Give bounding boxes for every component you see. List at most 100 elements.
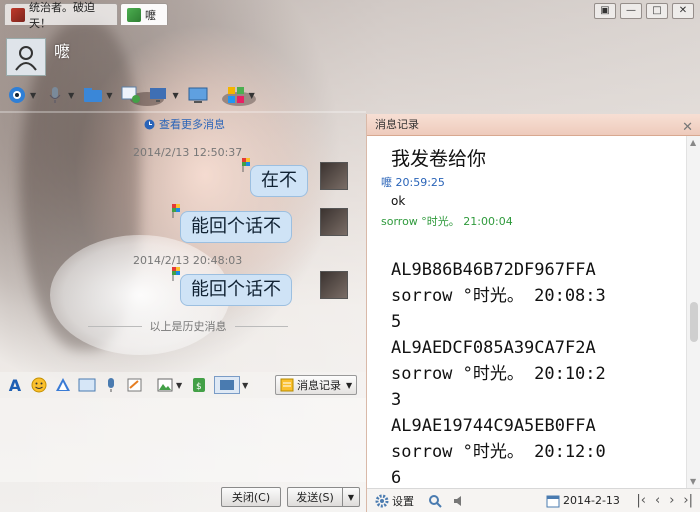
record-message: ok [391,194,406,208]
scroll-down-icon[interactable]: ▼ [690,477,696,486]
chat-bubble: 能回个话不 [180,211,292,243]
svg-text:$: $ [196,382,202,392]
tab-label: 嚒 [145,8,156,22]
gear-icon [375,494,389,507]
screenshot-icon[interactable] [214,376,241,394]
chevron-down-icon[interactable]: ▼ [68,91,74,100]
last-page-icon[interactable]: ›| [683,493,693,508]
record-log-line: 5 [391,312,402,332]
message-record-icon [280,378,294,392]
record-log-line: sorrow °时光。 20:10:2 [391,364,606,384]
search-button[interactable] [428,494,442,508]
calendar-icon [546,495,560,507]
message-timestamp: 2014/2/13 20:48:03 [133,254,243,267]
voice-call-icon[interactable] [44,85,66,105]
message-record-list[interactable]: 我发卷给你 嚒 20:59:25 ok sorrow °时光。 21:00:04… [367,136,700,488]
chevron-down-icon[interactable]: ▼ [249,91,255,100]
record-message: 我发卷给你 [391,148,487,170]
next-page-icon[interactable]: › [669,493,674,508]
scroll-thumb[interactable] [690,302,698,342]
chat-bubble: 能回个话不 [180,274,292,306]
close-button[interactable]: 关闭(C) [221,487,281,507]
chat-toolbar: ▼ ▼ ▼ ▼ ▼ [6,82,257,108]
chevron-down-icon[interactable]: ▼ [30,91,36,100]
maximize-icon[interactable]: □ [646,3,668,19]
first-page-icon[interactable]: |‹ [636,493,646,508]
send-file-icon[interactable] [82,85,104,105]
message-timestamp: 2014/2/13 12:50:37 [133,146,243,159]
my-avatar[interactable] [320,208,348,236]
chevron-down-icon[interactable]: ▼ [176,381,182,390]
record-log-line: 6 [391,468,402,488]
record-log-line: AL9AE19744C9A5EB0FFA [391,416,596,436]
chevron-down-icon: ▼ [346,380,353,390]
tab-group-chat[interactable]: 统治者。破迫天！ [4,1,118,30]
record-log-line: sorrow °时光。 20:12:0 [391,442,606,462]
send-options-chevron-icon[interactable]: ▼ [342,487,360,507]
red-packet-icon[interactable]: $ [190,376,208,394]
record-log-line: 3 [391,390,402,410]
shake-window-icon[interactable] [54,376,72,394]
prev-page-icon[interactable]: ‹ [655,493,660,508]
create-discussion-icon[interactable] [120,85,142,105]
divider [0,111,366,113]
view-more-messages-label: 查看更多消息 [159,118,225,131]
emoji-icon[interactable] [30,376,48,394]
record-log-line: sorrow °时光。 20:08:3 [391,286,606,306]
divider [88,325,142,327]
settings-button[interactable]: 设置 [375,493,414,509]
voice-message-icon[interactable] [102,376,120,394]
chevron-down-icon[interactable]: ▼ [106,91,112,100]
date-picker[interactable]: 2014-2-13 [546,494,620,508]
window-controls: ▣ — □ ✕ [594,3,694,19]
message-record-label: 消息记录 [297,379,341,392]
view-more-messages-link[interactable]: 查看更多消息 [144,116,225,132]
audio-button[interactable] [452,494,466,508]
tab-contact-chat[interactable]: 嚒 [120,3,168,25]
record-pagination: |‹ ‹ › ›| [636,493,693,508]
search-icon [429,494,442,508]
contact-avatar-icon [127,7,141,22]
apps-icon[interactable] [225,85,247,105]
bottom-bar: 关闭(C) 发送(S) ▼ [0,484,366,512]
window-menu-icon[interactable]: ▣ [594,3,616,19]
font-icon[interactable]: A [6,376,24,395]
scroll-up-icon[interactable]: ▲ [690,138,696,147]
group-avatar-icon [11,7,25,22]
scribble-icon[interactable] [126,376,144,394]
message-record-panel: 消息记录 ✕ 我发卷给你 嚒 20:59:25 ok sorrow °时光。 2… [366,114,700,512]
record-sender: sorrow °时光。 21:00:04 [381,215,513,228]
history-divider: 以上是历史消息 [88,318,288,334]
history-divider-label: 以上是历史消息 [149,320,227,333]
default-avatar-icon [15,46,37,71]
scrollbar[interactable]: ▲ ▼ [686,136,700,488]
share-screen-icon[interactable] [187,85,209,105]
send-button[interactable]: 发送(S) [287,487,343,507]
clock-icon [144,119,155,129]
remote-desktop-icon[interactable] [148,85,170,105]
my-avatar[interactable] [320,162,348,190]
divider [234,325,288,327]
close-icon[interactable]: ✕ [672,3,694,19]
message-record-footer: 设置 2014-2-13 |‹ ‹ › ›| [367,488,700,512]
chevron-down-icon[interactable]: ▼ [172,91,178,100]
record-log-line: AL9B86B46B72DF967FFA [391,260,596,280]
gif-icon[interactable] [78,376,96,394]
record-sender: 嚒 20:59:25 [381,176,445,189]
date-label: 2014-2-13 [563,494,620,507]
send-image-icon[interactable] [156,376,174,394]
panel-title: 消息记录 [375,118,419,131]
minimize-icon[interactable]: — [620,3,642,19]
contact-avatar[interactable] [6,38,46,76]
message-record-button[interactable]: 消息记录 ▼ [275,375,357,395]
contact-name: 嚒 [54,42,71,61]
speaker-icon [454,495,461,506]
chevron-down-icon[interactable]: ▼ [242,381,248,390]
message-input[interactable] [0,398,366,482]
my-avatar[interactable] [320,271,348,299]
record-log-line: AL9AEDCF085A39CA7F2A [391,338,596,358]
video-call-icon[interactable] [6,85,28,105]
chat-bubble: 在不 [250,165,308,197]
tab-bar: 统治者。破迫天！ 嚒 ▣ — □ ✕ [0,0,700,30]
settings-label: 设置 [392,494,414,508]
